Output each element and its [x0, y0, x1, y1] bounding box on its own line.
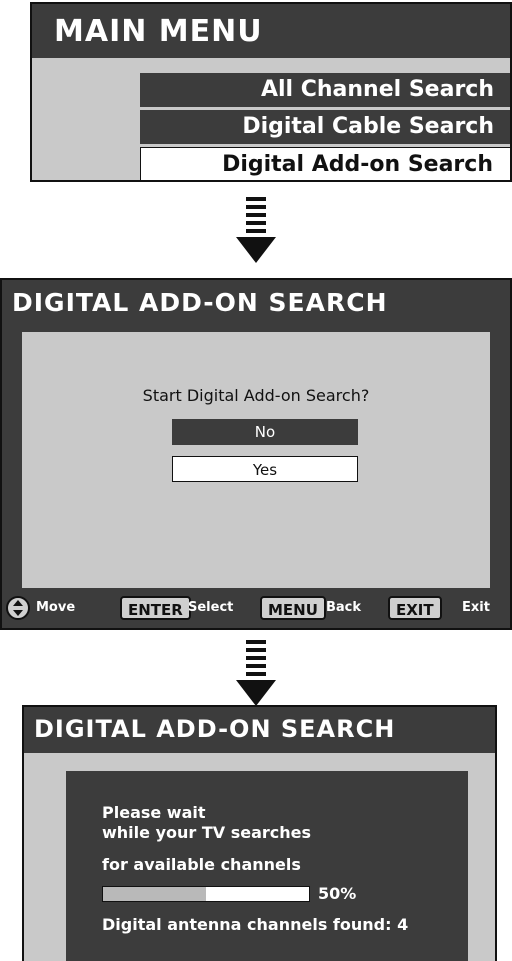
wait-line-2: while your TV searches — [102, 823, 312, 842]
progress-bar — [102, 886, 310, 902]
menu-item-all-channel-search[interactable]: All Channel Search — [140, 73, 510, 107]
footer-bar: Move ENTER Select MENU Back EXIT Exit — [2, 592, 510, 628]
progress-percent: 50% — [318, 884, 357, 903]
channels-found-text: Digital antenna channels found: 4 — [102, 915, 409, 934]
progress-screen-title: DIGITAL ADD-ON SEARCH — [34, 715, 396, 743]
confirm-search-panel: DIGITAL ADD-ON SEARCH Start Digital Add-… — [0, 278, 512, 630]
move-label: Move — [36, 600, 76, 615]
wait-line-1: Please wait — [102, 803, 206, 822]
wait-line-3: for available channels — [102, 855, 301, 874]
exit-key[interactable]: EXIT — [388, 596, 442, 620]
dpad-icon — [6, 596, 30, 620]
main-menu-panel: MAIN MENU All Channel Search Digital Cab… — [30, 2, 512, 182]
down-arrow-icon — [236, 640, 276, 712]
yes-button[interactable]: Yes — [172, 456, 358, 482]
progress-panel: DIGITAL ADD-ON SEARCH Please wait while … — [22, 705, 497, 961]
confirm-prompt: Start Digital Add-on Search? — [142, 386, 370, 405]
enter-key[interactable]: ENTER — [120, 596, 191, 620]
no-button[interactable]: No — [172, 419, 358, 445]
menu-item-digital-cable-search[interactable]: Digital Cable Search — [140, 110, 510, 144]
progress-bar-fill — [103, 887, 206, 901]
main-menu-title: MAIN MENU — [54, 14, 263, 49]
menu-key[interactable]: MENU — [260, 596, 326, 620]
back-label: Back — [326, 600, 362, 615]
confirm-screen-title: DIGITAL ADD-ON SEARCH — [12, 288, 388, 317]
down-arrow-icon — [236, 197, 276, 269]
select-label: Select — [188, 600, 234, 615]
menu-item-digital-add-on-search[interactable]: Digital Add-on Search — [140, 147, 510, 180]
exit-label: Exit — [462, 600, 490, 615]
